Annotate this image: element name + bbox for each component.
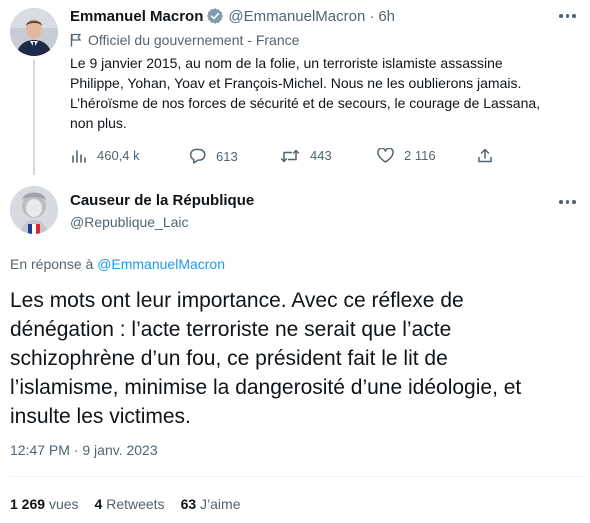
text-line: dénégation : l’acte terroriste ne serait… xyxy=(10,318,452,341)
speech-bubble-icon xyxy=(189,148,206,164)
main-tweet-text: Les mots ont leur importance. Avec ce ré… xyxy=(10,286,585,431)
reply-count: 613 xyxy=(216,148,238,164)
share-icon[interactable] xyxy=(478,148,492,163)
reply-context: En réponse à @EmmanuelMacron xyxy=(10,256,225,272)
reply-button[interactable]: 613 xyxy=(189,148,238,164)
likes-stat-label: J’aime xyxy=(200,496,241,512)
views-stat-count: 1 269 xyxy=(10,496,46,512)
more-options-icon[interactable] xyxy=(559,200,576,204)
government-label[interactable]: Officiel du gouvernement - France xyxy=(70,31,299,49)
bar-chart-icon xyxy=(71,149,87,163)
text-line: schizophrène d’un fou, ce président fait… xyxy=(10,347,448,370)
parent-tweet-text: Le 9 janvier 2015, au nom de la folie, u… xyxy=(70,53,580,133)
heart-icon xyxy=(377,148,394,163)
reply-handle-link[interactable]: @EmmanuelMacron xyxy=(97,256,225,272)
retweets-stat[interactable]: 4 Retweets xyxy=(95,496,165,512)
text-line: Philippe, Yohan, Yoav et François-Michel… xyxy=(70,75,522,91)
engagement-stats: 1 269 vues 4 Retweets 63 J’aime xyxy=(10,496,241,512)
text-line: non plus. xyxy=(70,115,127,131)
text-line: insulte les victimes. xyxy=(10,405,191,428)
separator: · xyxy=(369,7,375,25)
thread-line xyxy=(33,60,35,175)
retweet-button[interactable]: 443 xyxy=(280,148,332,163)
text-line: L’héroïsme de nos forces de sécurité et … xyxy=(70,95,541,111)
text-line: l’islamisme, minimise la dangerosité d’u… xyxy=(10,376,522,399)
divider xyxy=(10,476,585,477)
like-button[interactable]: 2 116 xyxy=(377,148,436,163)
verified-badge-icon xyxy=(206,7,224,25)
main-author-name[interactable]: Causeur de la République xyxy=(70,192,254,209)
avatar-portrait-image xyxy=(10,8,58,56)
more-options-icon[interactable] xyxy=(559,14,576,18)
likes-stat-count: 63 xyxy=(180,496,197,512)
like-count: 2 116 xyxy=(404,148,436,163)
retweets-stat-count: 4 xyxy=(94,496,103,512)
flag-icon xyxy=(70,33,82,47)
main-author-handle[interactable]: @Republique_Laic xyxy=(70,214,189,230)
views-stat[interactable]: 1 269 vues xyxy=(10,496,79,512)
avatar-causeur-republique[interactable] xyxy=(10,186,58,234)
retweet-icon xyxy=(280,149,300,163)
retweets-stat-label: Retweets xyxy=(106,496,165,512)
likes-stat[interactable]: 63 J’aime xyxy=(181,496,241,512)
retweet-count: 443 xyxy=(310,148,332,163)
tweet-time[interactable]: 6h xyxy=(378,8,395,25)
text-line: Les mots ont leur importance. Avec ce ré… xyxy=(10,289,464,312)
reply-prefix: En réponse à xyxy=(10,256,94,272)
text-line: Le 9 janvier 2015, au nom de la folie, u… xyxy=(70,55,503,71)
author-name[interactable]: Emmanuel Macron xyxy=(70,8,203,25)
avatar-marianne-image xyxy=(10,186,58,234)
tweet-timestamp[interactable]: 12:47 PM · 9 janv. 2023 xyxy=(10,442,158,458)
views-count: 460,4 k xyxy=(97,148,140,163)
views-stat-label: vues xyxy=(48,496,79,512)
parent-tweet-header: Emmanuel Macron @EmmanuelMacron · 6h xyxy=(70,6,395,26)
avatar-emmanuel-macron[interactable] xyxy=(10,8,58,56)
label-text: Officiel du gouvernement - France xyxy=(88,32,300,48)
author-handle[interactable]: @EmmanuelMacron xyxy=(228,8,365,25)
views-button[interactable]: 460,4 k xyxy=(71,148,140,163)
